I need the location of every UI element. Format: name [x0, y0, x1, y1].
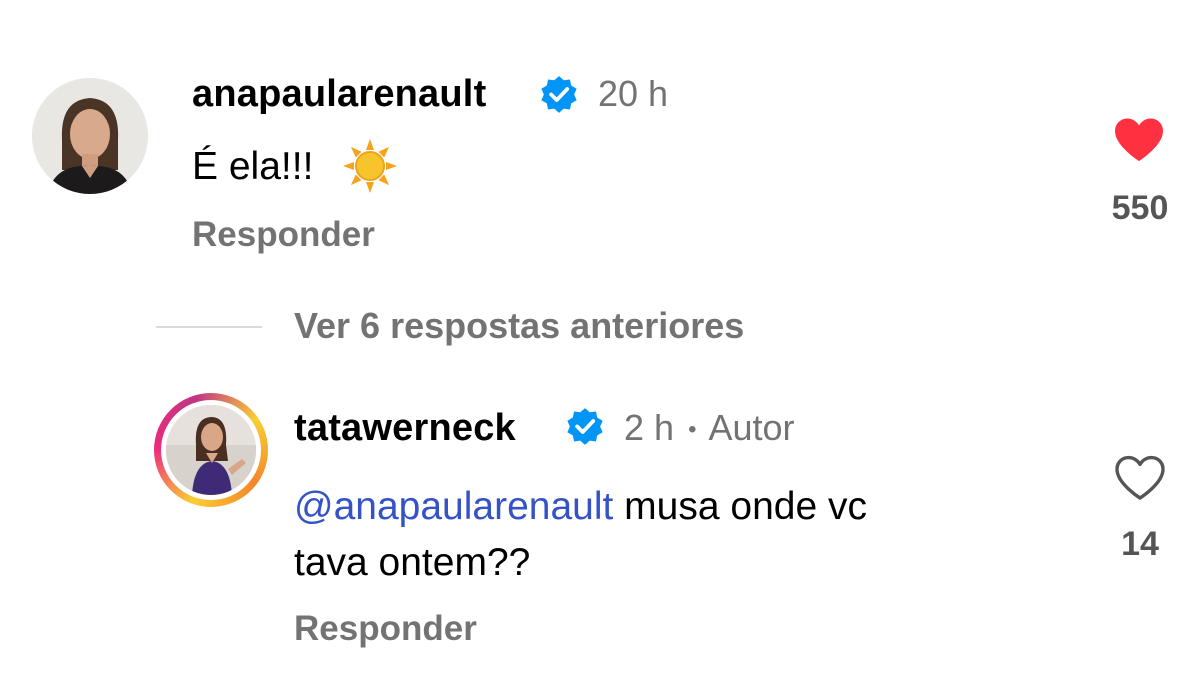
comment-text: É ela!!! [192, 142, 313, 192]
comment-body: musa onde vc [613, 485, 867, 528]
thread-divider-line [156, 326, 262, 328]
comment-body: É ela!!! [192, 145, 314, 188]
author-label: Autor [708, 407, 795, 448]
mention-link[interactable]: @anapaularenault [294, 485, 613, 528]
reply-button[interactable]: Responder [192, 214, 375, 256]
verified-badge-icon [567, 408, 603, 445]
comment-username[interactable]: anapaularenault [192, 72, 486, 116]
avatar[interactable] [32, 78, 148, 194]
verified-badge-icon [541, 76, 577, 113]
comment-text-line2: tava ontem?? [294, 541, 531, 584]
view-previous-replies-button[interactable]: Ver 6 respostas anteriores [294, 304, 744, 348]
avatar[interactable] [166, 405, 256, 495]
user-photo-icon [32, 78, 148, 194]
meta-separator: • [688, 416, 697, 444]
comment-meta: 2 h • Autor [624, 406, 795, 452]
reply-button[interactable]: Responder [294, 608, 477, 650]
comment-timestamp: 2 h [624, 407, 675, 448]
heart-filled-icon[interactable] [1113, 117, 1165, 163]
comment-text: @anapaularenault musa onde vc [294, 482, 867, 532]
comment-timestamp: 20 h [598, 73, 669, 114]
like-count: 550 [1111, 189, 1169, 227]
sun-emoji-icon [343, 139, 397, 193]
like-count: 14 [1121, 525, 1159, 563]
heart-outline-icon[interactable] [1114, 455, 1166, 501]
comment-username[interactable]: tatawerneck [294, 406, 516, 450]
user-photo-icon [166, 405, 256, 495]
